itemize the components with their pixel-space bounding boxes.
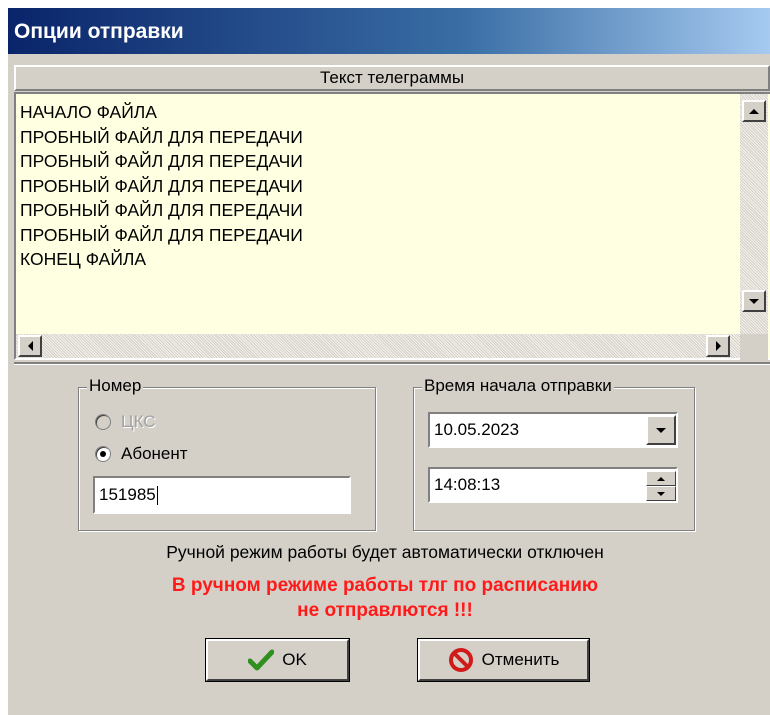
warning-line-2: не отправлются !!! — [297, 600, 473, 621]
telegram-text-lines: НАЧАЛО ФАЙЛА ПРОБНЫЙ ФАЙЛ ДЛЯ ПЕРЕДАЧИ П… — [20, 100, 303, 272]
arrow-up-icon — [749, 108, 759, 114]
chevron-down-icon — [656, 427, 666, 433]
scroll-up-button[interactable] — [742, 100, 766, 122]
prohibited-icon — [448, 648, 473, 672]
time-spin-up[interactable] — [646, 471, 676, 486]
vertical-scrollbar[interactable] — [740, 94, 768, 338]
text-line: КОНЕЦ ФАЙЛА — [20, 249, 147, 269]
radio-subscriber-circle[interactable] — [95, 446, 111, 462]
text-line: ПРОБНЫЙ ФАЙЛ ДЛЯ ПЕРЕДАЧИ — [20, 224, 303, 245]
number-group: Номер ЦКС Абонент 151985 — [78, 376, 376, 531]
arrow-down-icon — [657, 491, 665, 496]
manual-mode-info: Ручной режим работы будет автоматически … — [166, 542, 604, 562]
warning-line-1: В ручном режиме работы тлг по расписанию — [171, 575, 599, 596]
text-line: НАЧАЛО ФАЙЛА — [20, 102, 157, 122]
text-line: ПРОБНЫЙ ФАЙЛ ДЛЯ ПЕРЕДАЧИ — [20, 126, 303, 147]
radio-cks-label: ЦКС — [121, 412, 156, 431]
scrollbar-corner — [740, 334, 768, 360]
number-input-value: 151985 — [99, 485, 156, 504]
radio-subscriber-label: Абонент — [121, 444, 188, 463]
time-picker[interactable]: 14:08:13 — [428, 467, 678, 503]
time-value: 14:08:13 — [434, 475, 501, 494]
number-input[interactable]: 151985 — [93, 476, 351, 514]
text-caret — [156, 485, 158, 505]
radio-subscriber[interactable]: Абонент — [95, 444, 188, 464]
telegram-text-area[interactable]: НАЧАЛО ФАЙЛА ПРОБНЫЙ ФАЙЛ ДЛЯ ПЕРЕДАЧИ П… — [14, 92, 770, 360]
scroll-right-button[interactable] — [706, 335, 730, 357]
text-line: ПРОБНЫЙ ФАЙЛ ДЛЯ ПЕРЕДАЧИ — [20, 175, 303, 196]
time-spin-down[interactable] — [646, 486, 676, 501]
scroll-left-button[interactable] — [18, 335, 42, 357]
divider — [14, 362, 770, 365]
arrow-up-icon — [657, 476, 665, 481]
radio-cks-circle[interactable] — [95, 414, 111, 430]
text-line: ПРОБНЫЙ ФАЙЛ ДЛЯ ПЕРЕДАЧИ — [20, 151, 303, 171]
text-line: ПРОБНЫЙ ФАЙЛ ДЛЯ ПЕРЕДАЧИ — [20, 200, 303, 220]
number-legend: Номер — [87, 376, 144, 396]
arrow-right-icon — [715, 341, 721, 351]
ok-label: OK — [282, 650, 307, 669]
title-bar[interactable]: Опции отправки — [8, 8, 770, 54]
arrow-down-icon — [749, 298, 759, 304]
telegram-text-header: Текст телеграммы — [14, 65, 770, 91]
scroll-down-button[interactable] — [742, 290, 766, 312]
date-value: 10.05.2023 — [434, 420, 520, 439]
horizontal-scrollbar[interactable] — [16, 334, 740, 358]
dialog-title: Опции отправки — [14, 20, 184, 43]
send-options-dialog: Опции отправки Текст телеграммы НАЧАЛО Ф… — [8, 8, 770, 715]
checkmark-icon — [248, 649, 275, 671]
start-time-legend: Время начала отправки — [422, 376, 614, 396]
radio-cks[interactable]: ЦКС — [95, 412, 156, 432]
arrow-left-icon — [27, 341, 33, 351]
date-picker[interactable]: 10.05.2023 — [428, 412, 678, 448]
date-dropdown-button[interactable] — [646, 415, 676, 445]
start-time-group: Время начала отправки 10.05.2023 14:08:1… — [413, 376, 695, 531]
cancel-button[interactable]: Отменить — [417, 638, 590, 682]
cancel-label: Отменить — [481, 650, 560, 669]
ok-button[interactable]: OK — [205, 638, 350, 682]
